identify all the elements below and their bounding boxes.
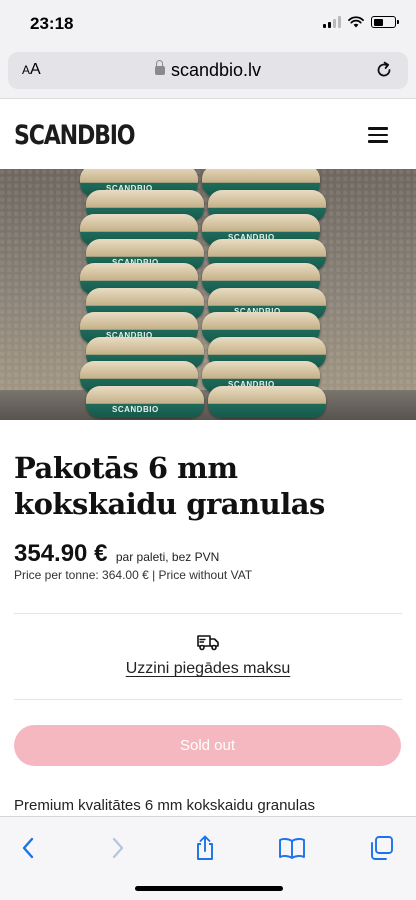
back-button[interactable] [13,833,43,863]
forward-button[interactable] [103,833,133,863]
tabs-icon [371,836,393,860]
book-icon [279,838,305,859]
delivery-truck-icon [197,635,219,651]
home-indicator [135,886,283,891]
reload-icon[interactable] [374,60,394,80]
chevron-right-icon [112,837,124,859]
url-bar[interactable]: AA scandbio.lv [8,52,408,89]
price-note: par paleti, bez PVN [115,550,220,564]
delivery-cost-link[interactable]: Uzzini piegādes maksu [0,660,416,678]
status-icons [323,16,399,28]
battery-icon [371,16,399,28]
browser-address-area: AA scandbio.lv [0,48,416,99]
divider [14,699,402,700]
tabs-button[interactable] [366,833,396,863]
price-row: 354.90 € par paleti, bez PVN [14,540,219,568]
bag-brand-label: SCANDBIO [112,404,159,414]
product-image: SCANDBIO SCANDBIO SCANDBIO SCANDBIO SCANDBIO… [0,169,416,420]
bookmarks-button[interactable] [277,833,307,863]
lock-icon [154,60,165,75]
product-description: Premium kvalitātes 6 mm kokskaidu granul… [14,797,315,814]
share-button[interactable] [190,833,220,863]
chevron-left-icon [22,837,34,859]
url-text: scandbio.lv [170,60,262,80]
cellular-signal-icon [323,16,341,28]
status-time: 23:18 [30,14,74,33]
site-logo[interactable]: SCANDBIO [14,120,136,151]
pellet-bag-stack: SCANDBIO SCANDBIO SCANDBIO SCANDBIO SCANDBIO… [80,169,326,420]
share-icon [197,835,213,860]
sold-out-button[interactable]: Sold out [14,725,401,766]
url-display[interactable]: scandbio.lv [8,60,408,81]
pellet-bag [208,385,326,418]
site-header: SCANDBIO [0,100,416,170]
product-price: 354.90 € [14,540,108,567]
wifi-icon [348,16,364,28]
product-title: Pakotās 6 mm kokskaidu granulas [14,451,325,521]
hamburger-menu-icon[interactable] [368,127,388,147]
price-per-tonne: Price per tonne: 364.00 € | Price withou… [14,568,253,582]
status-bar: 23:18 [0,0,416,48]
divider [14,613,402,614]
pellet-bag: SCANDBIO [86,385,204,418]
